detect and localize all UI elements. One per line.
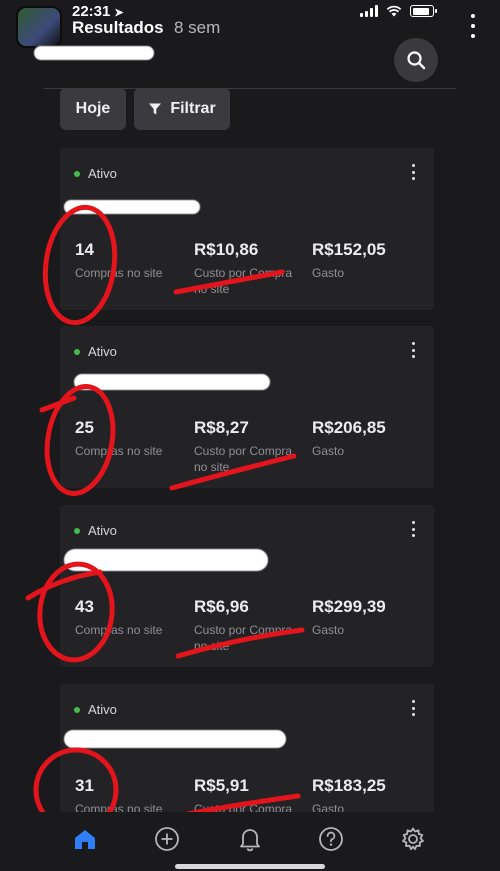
purchases-value: 14: [75, 240, 94, 259]
card-menu-icon[interactable]: [410, 164, 416, 180]
nav-help[interactable]: [318, 826, 344, 852]
card-menu-icon[interactable]: [410, 342, 416, 358]
spent-label: Gasto: [312, 623, 345, 637]
page-title: Resultados: [72, 18, 164, 37]
settings-icon: [402, 827, 424, 851]
filter-chip[interactable]: Filtrar: [134, 88, 230, 130]
spent-value: R$183,25: [312, 776, 386, 795]
purchases-value: 25: [75, 418, 94, 437]
status-dot: [74, 348, 80, 355]
status-text: Ativo: [88, 166, 117, 181]
cost-label: Custo por Compra no site: [194, 444, 293, 474]
cost-metric: R$6,96 Custo por Compra no site: [194, 597, 306, 654]
purchases-label: Compras no site: [75, 266, 163, 280]
home-icon: [75, 830, 95, 849]
battery-icon: [410, 5, 437, 17]
spent-metric: R$299,39 Gasto: [312, 597, 422, 638]
filter-icon: [149, 103, 162, 115]
purchases-metric: 31 Compras no site: [75, 776, 185, 817]
purchases-metric: 43 Compras no site: [75, 597, 185, 638]
home-indicator[interactable]: [175, 864, 325, 869]
search-icon: [407, 51, 426, 70]
cost-metric: R$5,91 Custo por Compra: [194, 776, 306, 817]
bottom-navigation: [0, 812, 500, 871]
spent-label: Gasto: [312, 266, 345, 280]
cost-value: R$5,91: [194, 776, 249, 795]
purchases-metric: 14 Compras no site: [75, 240, 185, 281]
purchases-value: 31: [75, 776, 94, 795]
purchases-label: Compras no site: [75, 623, 163, 637]
status-dot: [74, 706, 80, 713]
purchases-value: 43: [75, 597, 94, 616]
filter-label: Filtrar: [170, 100, 216, 117]
status-dot: [74, 170, 80, 177]
redaction-scribble: [64, 549, 268, 571]
cost-value: R$10,86: [194, 240, 259, 259]
cost-metric: R$8,27 Custo por Compra no site: [194, 418, 306, 475]
status-text: Ativo: [88, 523, 117, 538]
signal-icon: [360, 5, 378, 17]
help-icon: [319, 827, 343, 851]
status-badge: Ativo: [74, 344, 117, 359]
purchases-label: Compras no site: [75, 444, 163, 458]
spent-metric: R$206,85 Gasto: [312, 418, 422, 459]
today-label: Hoje: [75, 100, 111, 117]
wifi-icon: [386, 5, 402, 17]
purchases-metric: 25 Compras no site: [75, 418, 185, 459]
status-dot: [74, 527, 80, 534]
cost-value: R$6,96: [194, 597, 249, 616]
nav-home[interactable]: [72, 826, 98, 852]
spent-metric: R$152,05 Gasto: [312, 240, 422, 281]
spent-label: Gasto: [312, 444, 345, 458]
status-badge: Ativo: [74, 523, 117, 538]
campaign-card[interactable]: Ativo 14 Compras no site R$10,86 Custo p…: [60, 148, 434, 310]
redaction-scribble: [64, 200, 200, 214]
plus-circle-icon: [155, 827, 179, 851]
card-menu-icon[interactable]: [410, 521, 416, 537]
redaction-scribble: [74, 374, 270, 390]
profile-thumbnail[interactable]: [16, 6, 62, 48]
redaction-scribble: [64, 730, 286, 748]
spent-metric: R$183,25 Gasto: [312, 776, 422, 817]
today-chip[interactable]: Hoje: [60, 88, 126, 130]
nav-settings[interactable]: [400, 826, 426, 852]
search-button[interactable]: [394, 38, 438, 82]
bell-icon: [240, 829, 260, 852]
campaign-card[interactable]: Ativo 25 Compras no site R$8,27 Custo po…: [60, 326, 434, 488]
cost-label: Custo por Compra no site: [194, 623, 293, 653]
more-options-icon[interactable]: [470, 14, 476, 38]
cost-label: Custo por Compra no site: [194, 266, 293, 296]
cost-value: R$8,27: [194, 418, 249, 437]
spent-value: R$299,39: [312, 597, 386, 616]
page-subtitle: 8 sem: [174, 18, 221, 37]
card-menu-icon[interactable]: [410, 700, 416, 716]
nav-notifications[interactable]: [237, 826, 263, 852]
system-icons: [360, 5, 437, 17]
spent-value: R$152,05: [312, 240, 386, 259]
campaign-card[interactable]: Ativo 43 Compras no site R$6,96 Custo po…: [60, 505, 434, 667]
cost-metric: R$10,86 Custo por Compra no site: [194, 240, 306, 297]
redaction-scribble: [34, 46, 154, 60]
status-text: Ativo: [88, 702, 117, 717]
nav-create[interactable]: [154, 826, 180, 852]
spent-value: R$206,85: [312, 418, 386, 437]
status-text: Ativo: [88, 344, 117, 359]
status-badge: Ativo: [74, 166, 117, 181]
status-badge: Ativo: [74, 702, 117, 717]
